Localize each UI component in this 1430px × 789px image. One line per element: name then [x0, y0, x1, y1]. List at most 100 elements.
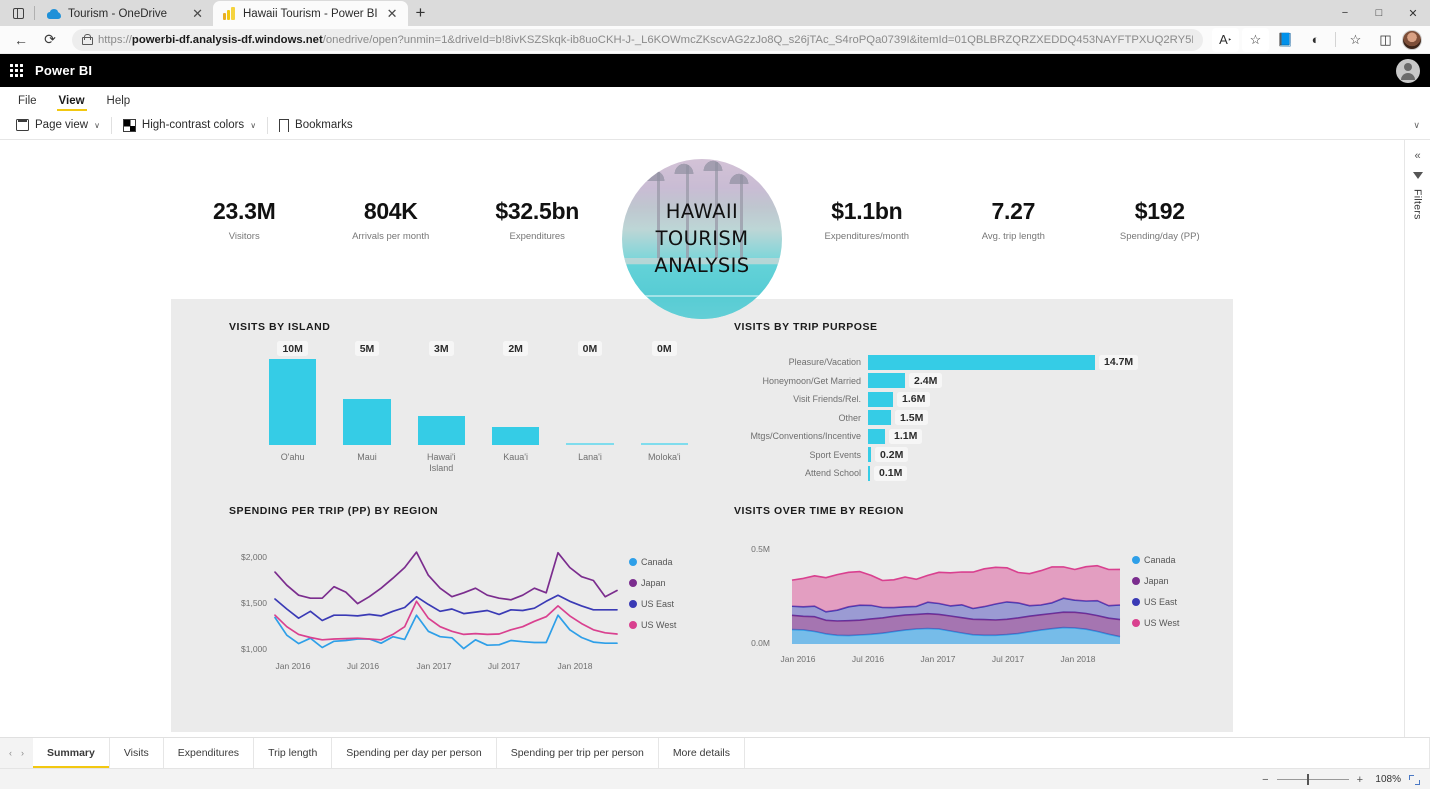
bar-item[interactable]: 2M [491, 341, 540, 445]
favorites-icon[interactable]: ☆ [1342, 28, 1369, 52]
axis-tick-label: Honeymoon/Get Married [762, 375, 861, 386]
collapse-ribbon-icon[interactable]: ∨ [1413, 120, 1420, 131]
axis-tick-label: Sport Events [809, 449, 861, 460]
legend-item-canada[interactable]: Canada [1132, 555, 1179, 565]
reload-icon[interactable]: ⟳ [37, 28, 63, 52]
legend-item-japan[interactable]: Japan [629, 578, 676, 588]
close-icon[interactable]: ✕ [190, 7, 205, 20]
bar-item[interactable]: Pleasure/Vacation 14.7M [734, 353, 1214, 372]
browser-tab-powerbi[interactable]: Hawaii Tourism - Power BI ✕ [213, 1, 408, 26]
bar-value-label: 1.6M [897, 391, 931, 407]
expand-filters-icon[interactable]: « [1414, 150, 1420, 162]
toolbar-divider [1335, 32, 1336, 47]
kpi-label: Expenditures [509, 230, 565, 242]
chart-title: VISITS BY ISLAND [229, 321, 331, 333]
line-series-canada[interactable] [274, 613, 618, 649]
bar-item[interactable]: Honeymoon/Get Married 2.4M [734, 372, 1214, 391]
browser-essentials-icon[interactable]: ◐ [1302, 28, 1329, 52]
address-bar[interactable]: https://powerbi-df.analysis-df.windows.n… [72, 28, 1203, 51]
minimize-button[interactable]: − [1328, 7, 1362, 19]
kpi-spending-per-day[interactable]: $192 Spending/day (PP) [1087, 198, 1233, 242]
back-icon[interactable]: ← [8, 28, 34, 52]
menu-help[interactable]: Help [97, 93, 141, 111]
account-avatar-icon[interactable] [1396, 58, 1420, 83]
bar-item[interactable]: Attend School 0.1M [734, 464, 1214, 483]
bar-value-label: 0.2M [875, 447, 909, 463]
filters-panel-collapsed[interactable]: « Filters [1404, 140, 1430, 737]
collections-icon[interactable]: 📘 [1272, 28, 1299, 52]
line-series-us-west[interactable] [274, 599, 618, 641]
bar-item[interactable]: Other 1.5M [734, 409, 1214, 428]
new-tab-button[interactable]: + [408, 4, 434, 23]
kpi-avg-trip-length[interactable]: 7.27 Avg. trip length [940, 198, 1086, 242]
axis-tick-label: $1,500 [241, 597, 267, 608]
legend-item-japan[interactable]: Japan [1132, 576, 1179, 586]
legend-label: Canada [1144, 554, 1176, 565]
split-screen-icon[interactable]: ◫ [1372, 28, 1399, 52]
profile-avatar[interactable] [1402, 29, 1422, 50]
bookmarks-button[interactable]: Bookmarks [271, 116, 361, 135]
bar-item[interactable]: 0M [566, 341, 614, 445]
legend-color-dot [1132, 555, 1140, 564]
bar-value-label: 14.7M [1099, 354, 1139, 370]
chart-spending-per-trip-by-region[interactable]: SPENDING PER TRIP (PP) BY REGION $2,000 … [229, 505, 715, 671]
add-favorite-icon[interactable]: ☆ [1242, 27, 1269, 52]
axis-tick-label: Mtgs/Conventions/Incentive [750, 431, 861, 442]
close-window-button[interactable]: ✕ [1396, 7, 1430, 20]
kpi-value: 7.27 [991, 197, 1036, 224]
prev-page-icon[interactable]: ‹ [9, 748, 12, 758]
bar-item[interactable]: 0M [640, 341, 688, 445]
menu-view[interactable]: View [49, 93, 95, 111]
page-tab-spending-per-day-per-person[interactable]: Spending per day per person [332, 738, 497, 768]
app-launcher-icon[interactable] [10, 64, 23, 77]
area-chart-plot: 0.5M 0.0M Jan 2016 Jul 2016 Jan 2017 Jul… [734, 539, 1214, 664]
line-chart-svg [274, 550, 618, 649]
legend-color-dot [629, 620, 637, 629]
legend-item-canada[interactable]: Canada [629, 557, 676, 567]
axis-tick-label: Jul 2016 [346, 660, 380, 671]
high-contrast-colors-button[interactable]: High-contrast colors ∨ [115, 116, 264, 135]
report-canvas: 23.3M Visitors 804K Arrivals per month $… [0, 140, 1404, 737]
maximize-button[interactable]: □ [1362, 7, 1396, 19]
ribbon-menu-bar: File View Help [0, 87, 1430, 111]
chart-visits-by-island[interactable]: VISITS BY ISLAND 10M 5M 3M 2M 0M 0M O'ah… [229, 321, 715, 483]
page-tab-spending-per-trip-per-person[interactable]: Spending per trip per person [496, 738, 659, 768]
close-icon[interactable]: ✕ [385, 7, 400, 20]
line-series-japan[interactable] [274, 550, 618, 604]
bar-item[interactable]: Sport Events 0.2M [734, 446, 1214, 465]
bar-item[interactable]: 5M [343, 341, 391, 445]
legend-item-us-west[interactable]: US West [629, 620, 676, 630]
legend-item-us-east[interactable]: US East [1132, 597, 1179, 607]
bar-item[interactable]: Visit Friends/Rel. 1.6M [734, 390, 1214, 409]
bar-item[interactable]: Mtgs/Conventions/Incentive 1.1M [734, 427, 1214, 446]
kpi-arrivals-per-month[interactable]: 804K Arrivals per month [317, 198, 463, 242]
legend-item-us-west[interactable]: US West [1132, 618, 1179, 628]
page-tab-more-details[interactable]: More details [658, 738, 746, 768]
zoom-slider-handle[interactable] [1306, 774, 1310, 785]
chart-visits-over-time-by-region[interactable]: VISITS OVER TIME BY REGION 0.5M 0.0M Jan… [734, 505, 1214, 664]
page-tab-expenditures[interactable]: Expenditures [163, 738, 255, 768]
read-aloud-icon[interactable]: A ‣ [1212, 27, 1239, 52]
browser-tab-onedrive[interactable]: Tourism - OneDrive ✕ [37, 1, 213, 26]
next-page-icon[interactable]: › [21, 748, 24, 758]
page-tab-trip-length[interactable]: Trip length [254, 738, 333, 768]
zoom-in-button[interactable]: + [1357, 774, 1363, 786]
page-tab-visits[interactable]: Visits [109, 738, 164, 768]
legend-item-us-east[interactable]: US East [629, 599, 676, 609]
kpi-expenditures[interactable]: $32.5bn Expenditures [464, 198, 610, 242]
kpi-expenditures-per-month[interactable]: $1.1bn Expenditures/month [794, 198, 940, 242]
tab-manager-button[interactable] [4, 0, 32, 26]
page-view-button[interactable]: Page view ∨ [8, 116, 108, 134]
fit-to-page-icon[interactable] [1409, 774, 1420, 785]
bar-item[interactable]: 10M [269, 341, 317, 445]
zoom-out-button[interactable]: − [1262, 774, 1268, 786]
bar-item[interactable]: 3M [417, 341, 465, 445]
page-tab-summary[interactable]: Summary [33, 738, 110, 768]
kpi-visitors[interactable]: 23.3M Visitors [171, 198, 317, 242]
logo-line-3: ANALYSIS [654, 253, 750, 277]
zoom-slider[interactable] [1276, 774, 1349, 785]
chart-visits-by-trip-purpose[interactable]: VISITS BY TRIP PURPOSE Pleasure/Vacation… [734, 321, 1214, 483]
line-series-us-east[interactable] [274, 593, 618, 621]
menu-file[interactable]: File [8, 93, 47, 111]
axis-tick-label: Moloka'i [647, 452, 681, 462]
